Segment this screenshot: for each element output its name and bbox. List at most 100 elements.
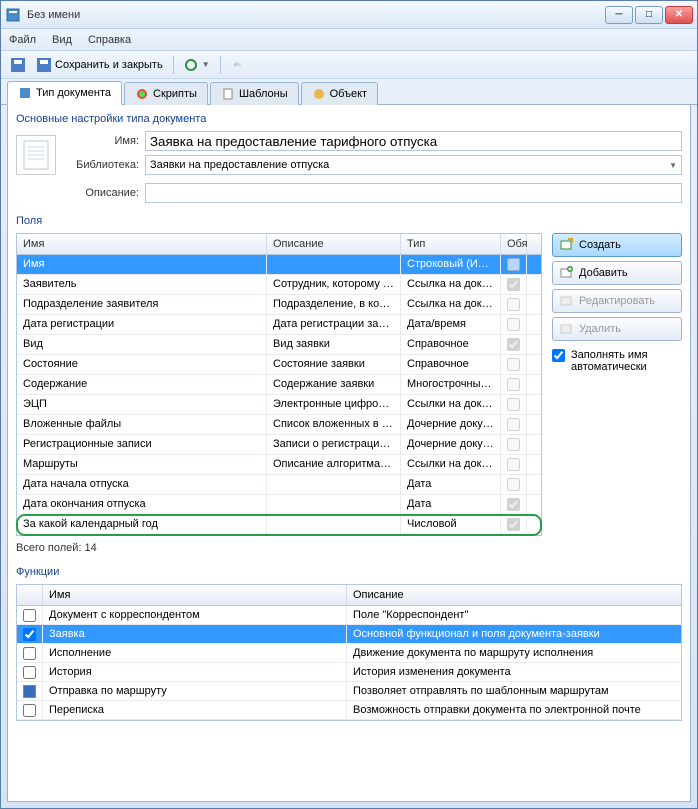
- func-checkbox[interactable]: [23, 704, 36, 717]
- fields-total: Всего полей: 14: [16, 542, 542, 554]
- minimize-button[interactable]: ─: [605, 6, 633, 24]
- col-header-desc[interactable]: Описание: [267, 234, 401, 254]
- func-col-name[interactable]: Имя: [43, 585, 347, 605]
- functions-grid: Имя Описание Документ с корреспондентомП…: [16, 584, 682, 721]
- req-checkbox[interactable]: [507, 438, 520, 451]
- req-checkbox[interactable]: [507, 278, 520, 291]
- field-row[interactable]: СостояниеСостояние заявкиСправочное: [17, 355, 541, 375]
- req-checkbox[interactable]: [507, 478, 520, 491]
- app-icon: [5, 7, 21, 23]
- close-button[interactable]: ✕: [665, 6, 693, 24]
- function-row[interactable]: ПерепискаВозможность отправки документа …: [17, 701, 681, 720]
- fields-title: Поля: [16, 215, 682, 227]
- field-row[interactable]: Регистрационные записиЗаписи о регистрац…: [17, 435, 541, 455]
- function-row[interactable]: Отправка по маршрутуПозволяет отправлять…: [17, 682, 681, 701]
- func-checkbox[interactable]: [23, 628, 36, 641]
- autofill-checkbox[interactable]: [552, 349, 565, 362]
- field-row[interactable]: ИмяСтроковый (Инд...: [17, 255, 541, 275]
- undo-icon: [231, 58, 245, 72]
- desc-label: Описание:: [64, 187, 139, 199]
- field-row[interactable]: Дата окончания отпускаДата: [17, 495, 541, 515]
- save-close-button[interactable]: Сохранить и закрыть: [33, 56, 167, 74]
- edit-button[interactable]: Редактировать: [552, 289, 682, 313]
- add-icon: [559, 266, 573, 280]
- field-row[interactable]: Подразделение заявителяПодразделение, в …: [17, 295, 541, 315]
- func-checkbox[interactable]: [23, 609, 36, 622]
- req-checkbox[interactable]: [507, 418, 520, 431]
- refresh-icon: [184, 58, 198, 72]
- field-row[interactable]: Вложенные файлыСписок вложенных в до...Д…: [17, 415, 541, 435]
- field-row[interactable]: СодержаниеСодержание заявкиМногострочный…: [17, 375, 541, 395]
- content-area: Основные настройки типа документа Имя: Б…: [7, 105, 691, 802]
- col-header-name[interactable]: Имя: [17, 234, 267, 254]
- fields-grid: Имя Описание Тип Обя ИмяСтроковый (Инд..…: [16, 233, 542, 536]
- tab-0[interactable]: Тип документа: [7, 81, 122, 105]
- req-checkbox[interactable]: [507, 378, 520, 391]
- tab-2[interactable]: Шаблоны: [210, 82, 299, 105]
- delete-button[interactable]: Удалить: [552, 317, 682, 341]
- side-panel: Создать Добавить Редактировать Удалить З…: [552, 233, 682, 554]
- toolbar-separator: [220, 56, 221, 74]
- desc-input[interactable]: [145, 183, 682, 203]
- function-row[interactable]: ИсторияИстория изменения документа: [17, 663, 681, 682]
- req-checkbox[interactable]: [507, 298, 520, 311]
- create-button[interactable]: Создать: [552, 233, 682, 257]
- toolbar: Сохранить и закрыть ▼: [1, 51, 697, 79]
- maximize-button[interactable]: □: [635, 6, 663, 24]
- function-row[interactable]: Документ с корреспондентомПоле "Корреспо…: [17, 606, 681, 625]
- tab-icon: [312, 87, 326, 101]
- toolbar-separator: [173, 56, 174, 74]
- func-checkbox[interactable]: [23, 647, 36, 660]
- menu-file[interactable]: Файл: [9, 34, 36, 46]
- field-row[interactable]: ЗаявительСотрудник, которому пр...Ссылка…: [17, 275, 541, 295]
- chevron-down-icon: ▼: [669, 161, 677, 170]
- tab-1[interactable]: Скрипты: [124, 82, 208, 105]
- undo-button[interactable]: [227, 56, 249, 74]
- name-input[interactable]: [145, 131, 682, 151]
- func-checkbox[interactable]: [23, 666, 36, 679]
- autofill-label: Заполнять имя автоматически: [571, 349, 682, 373]
- col-header-req[interactable]: Обя: [501, 234, 527, 254]
- refresh-button[interactable]: ▼: [180, 56, 214, 74]
- tabbar: Тип документаСкриптыШаблоныОбъект: [1, 79, 697, 105]
- menu-view[interactable]: Вид: [52, 34, 72, 46]
- function-row[interactable]: ЗаявкаОсновной функционал и поля докумен…: [17, 625, 681, 644]
- field-row[interactable]: Дата начала отпускаДата: [17, 475, 541, 495]
- save-icon: [11, 58, 25, 72]
- library-label: Библиотека:: [64, 159, 139, 171]
- func-col-desc[interactable]: Описание: [347, 585, 681, 605]
- tab-3[interactable]: Объект: [301, 82, 378, 105]
- req-checkbox[interactable]: [507, 498, 520, 511]
- func-checkbox[interactable]: [23, 685, 36, 698]
- field-row[interactable]: За какой календарный годЧисловой: [17, 515, 541, 535]
- req-checkbox[interactable]: [507, 398, 520, 411]
- tab-icon: [135, 87, 149, 101]
- add-button[interactable]: Добавить: [552, 261, 682, 285]
- col-header-type[interactable]: Тип: [401, 234, 501, 254]
- field-row[interactable]: ВидВид заявкиСправочное: [17, 335, 541, 355]
- req-checkbox[interactable]: [507, 318, 520, 331]
- field-row[interactable]: МаршрутыОписание алгоритма дв...Ссылки н…: [17, 455, 541, 475]
- functions-title: Функции: [16, 566, 682, 578]
- field-row[interactable]: Дата регистрацииДата регистрации заявкиД…: [17, 315, 541, 335]
- req-checkbox[interactable]: [507, 518, 520, 531]
- function-row[interactable]: ИсполнениеДвижение документа по маршруту…: [17, 644, 681, 663]
- save-button[interactable]: [7, 56, 29, 74]
- doc-type-icon: [16, 135, 56, 175]
- edit-icon: [559, 294, 573, 308]
- req-checkbox[interactable]: [507, 258, 520, 271]
- req-checkbox[interactable]: [507, 338, 520, 351]
- tab-icon: [221, 87, 235, 101]
- field-row[interactable]: ЭЦПЭлектронные цифровые...Ссылки на доку…: [17, 395, 541, 415]
- delete-icon: [559, 322, 573, 336]
- window-title: Без имени: [27, 9, 605, 21]
- req-checkbox[interactable]: [507, 358, 520, 371]
- func-header: Имя Описание: [17, 585, 681, 606]
- menubar: Файл Вид Справка: [1, 29, 697, 51]
- library-select[interactable]: Заявки на предоставление отпуска ▼: [145, 155, 682, 175]
- menu-help[interactable]: Справка: [88, 34, 131, 46]
- req-checkbox[interactable]: [507, 458, 520, 471]
- name-label: Имя:: [64, 135, 139, 147]
- titlebar: Без имени ─ □ ✕: [1, 1, 697, 29]
- grid-header: Имя Описание Тип Обя: [17, 234, 541, 255]
